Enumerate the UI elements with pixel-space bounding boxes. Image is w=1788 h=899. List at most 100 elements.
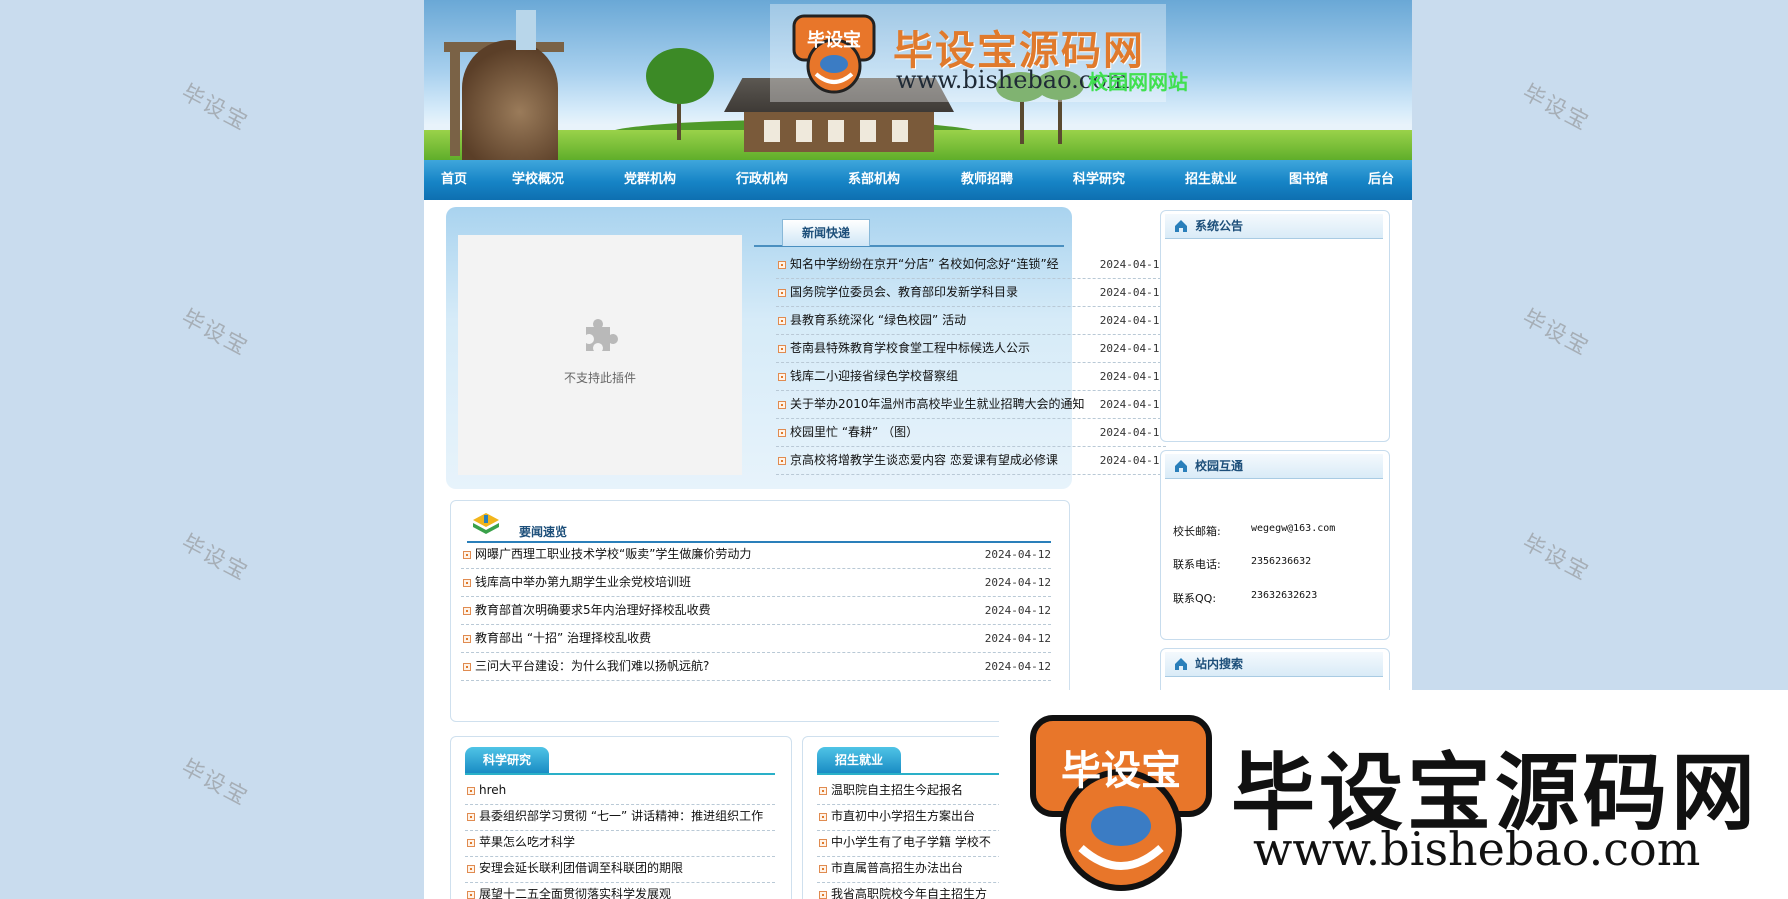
watermark-text: 毕设宝 <box>1518 305 1594 362</box>
contact-title: 校园互通 <box>1195 459 1244 473</box>
bullet-icon <box>463 635 471 643</box>
news-item-title[interactable]: 关于举办2010年温州市高校毕业生就业招聘大会的通知 <box>790 391 1090 418</box>
science-item[interactable]: 展望十二五全面贯彻落实科学发展观 <box>465 881 775 899</box>
science-panel: 科学研究 hreh 县委组织部学习贯彻 “七一” 讲话精神：推进组织工作 苹果怎么吃… <box>450 736 792 899</box>
item-date: 2024-04-12 <box>1099 342 1166 355</box>
news-item[interactable]: 县教育系统深化 “绿色校园” 活动 2024-04-12 <box>776 307 1166 335</box>
news-item[interactable]: 校园里忙 “春耕” （图） 2024-04-12 <box>776 419 1166 447</box>
nav-item-library[interactable]: 图书馆 <box>1289 160 1328 200</box>
principal-email[interactable]: wegegw@163.com <box>1251 523 1335 534</box>
bullet-icon <box>463 551 471 559</box>
announcement-header: 系统公告 <box>1165 214 1383 239</box>
hot-news-header: 要闻速览 <box>467 509 1051 543</box>
hot-news-item[interactable]: 教育部首次明确要求5年内治理好择校乱收费 2024-04-12 <box>461 597 1051 625</box>
science-item-title[interactable]: 苹果怎么吃才科学 <box>479 829 773 856</box>
house-window <box>860 120 876 142</box>
hot-news-title: 要闻速览 <box>519 525 568 539</box>
news-item-title[interactable]: 苍南县特殊教育学校食堂工程中标候选人公示 <box>790 335 1090 362</box>
house-window <box>892 120 908 142</box>
item-date: 2024-04-12 <box>1099 454 1166 467</box>
science-item[interactable]: hreh <box>465 777 775 805</box>
hot-news-item-title[interactable]: 教育部首次明确要求5年内治理好择校乱收费 <box>475 597 975 624</box>
science-item-title[interactable]: 展望十二五全面贯彻落实科学发展观 <box>479 881 773 899</box>
news-item[interactable]: 钱库二小迎接省绿色学校督察组 2024-04-12 <box>776 363 1166 391</box>
hot-news-item-title[interactable]: 教育部出 “十招” 治理择校乱收费 <box>475 625 975 652</box>
nav-item-admin-dept[interactable]: 行政机构 <box>736 160 788 200</box>
item-date: 2024-04-12 <box>984 548 1051 561</box>
nav-item-home[interactable]: 首页 <box>441 160 467 200</box>
puzzle-plugin-icon <box>586 319 618 351</box>
science-item-title[interactable]: 县委组织部学习贯彻 “七一” 讲话精神：推进组织工作 <box>479 803 773 830</box>
bullet-icon <box>778 345 786 353</box>
bullet-icon <box>778 401 786 409</box>
bullet-icon <box>819 839 827 847</box>
science-item-title[interactable]: hreh <box>479 777 773 804</box>
news-item-title[interactable]: 知名中学纷纷在京开“分店” 名校如何念好“连锁”经 <box>790 251 1090 278</box>
banner-water-flow <box>516 10 536 50</box>
item-date: 2024-04-12 <box>984 660 1051 673</box>
science-item-title[interactable]: 安理会延长联利团借调至科联团的期限 <box>479 855 773 882</box>
science-item[interactable]: 苹果怎么吃才科学 <box>465 829 775 857</box>
search-header: 站内搜索 <box>1165 652 1383 677</box>
nav-item-backend[interactable]: 后台 <box>1368 160 1394 200</box>
news-item[interactable]: 苍南县特殊教育学校食堂工程中标候选人公示 2024-04-12 <box>776 335 1166 363</box>
bullet-icon <box>467 839 475 847</box>
banner-tree <box>646 48 714 104</box>
contact-header: 校园互通 <box>1165 454 1383 479</box>
bullet-icon <box>778 457 786 465</box>
item-date: 2024-04-12 <box>1099 370 1166 383</box>
item-date: 2024-04-12 <box>984 632 1051 645</box>
house-window <box>828 120 844 142</box>
nav-item-recruit[interactable]: 教师招聘 <box>961 160 1013 200</box>
hot-news-item[interactable]: 三问大平台建设：为什么我们难以扬帆远航? 2024-04-12 <box>461 653 1051 681</box>
nav-item-party[interactable]: 党群机构 <box>624 160 676 200</box>
contact-label: 校长邮箱: <box>1173 525 1221 538</box>
tab-news-express[interactable]: 新闻快递 <box>782 219 870 246</box>
science-item[interactable]: 安理会延长联利团借调至科联团的期限 <box>465 855 775 883</box>
news-item-title[interactable]: 京高校将增教学生谈恋爱内容 恋爱课有望成必修课 <box>790 447 1090 474</box>
item-date: 2024-04-12 <box>984 604 1051 617</box>
watermark-text: 毕设宝 <box>177 530 253 587</box>
home-icon <box>1175 658 1187 670</box>
hot-news-item-title[interactable]: 网曝广西理工职业技术学校“贩卖”学生做廉价劳动力 <box>475 541 975 568</box>
news-item-title[interactable]: 钱库二小迎接省绿色学校督察组 <box>790 363 1090 390</box>
news-tabbar: 新闻快递 <box>754 219 1064 247</box>
hot-news-item[interactable]: 网曝广西理工职业技术学校“贩卖”学生做廉价劳动力 2024-04-12 <box>461 541 1051 569</box>
contact-label: 联系QQ: <box>1173 592 1217 605</box>
tab-admission[interactable]: 招生就业 <box>817 747 901 773</box>
search-title: 站内搜索 <box>1195 657 1244 671</box>
bullet-icon <box>819 787 827 795</box>
hot-news-item-title[interactable]: 钱库高中举办第九期学生业余党校培训班 <box>475 569 975 596</box>
nav-item-admission[interactable]: 招生就业 <box>1185 160 1237 200</box>
bishebao-logo-icon: 毕设宝 <box>792 14 876 94</box>
nav-item-faculties[interactable]: 系部机构 <box>848 160 900 200</box>
nav-item-research[interactable]: 科学研究 <box>1073 160 1125 200</box>
news-item[interactable]: 国务院学位委员会、教育部印发新学科目录 2024-04-12 <box>776 279 1166 307</box>
bullet-icon <box>778 317 786 325</box>
watermark-text: 毕设宝 <box>177 755 253 812</box>
main-nav: 首页 学校概况 党群机构 行政机构 系部机构 教师招聘 科学研究 招生就业 图书… <box>424 160 1412 200</box>
news-item-title[interactable]: 国务院学位委员会、教育部印发新学科目录 <box>790 279 1090 306</box>
hot-news-item[interactable]: 钱库高中举办第九期学生业余党校培训班 2024-04-12 <box>461 569 1051 597</box>
science-header: 科学研究 <box>465 745 775 775</box>
hot-news-item-title[interactable]: 三问大平台建设：为什么我们难以扬帆远航? <box>475 653 975 680</box>
item-date: 2024-04-12 <box>1099 286 1166 299</box>
plugin-unsupported-text: 不支持此插件 <box>563 371 636 385</box>
science-item[interactable]: 县委组织部学习贯彻 “七一” 讲话精神：推进组织工作 <box>465 803 775 831</box>
news-item[interactable]: 关于举办2010年温州市高校毕业生就业招聘大会的通知 2024-04-12 <box>776 391 1166 419</box>
watermark-text: 毕设宝 <box>177 305 253 362</box>
bullet-icon <box>778 429 786 437</box>
news-item-title[interactable]: 校园里忙 “春耕” （图） <box>790 419 1090 446</box>
news-item[interactable]: 京高校将增教学生谈恋爱内容 恋爱课有望成必修课 2024-04-12 <box>776 447 1166 475</box>
nav-item-overview[interactable]: 学校概况 <box>512 160 564 200</box>
tab-science[interactable]: 科学研究 <box>465 747 549 773</box>
news-item[interactable]: 知名中学纷纷在京开“分店” 名校如何念好“连锁”经 2024-04-12 <box>776 251 1166 279</box>
contact-box: 校园互通 校长邮箱: wegegw@163.com 联系电话: 23562366… <box>1160 450 1390 640</box>
bullet-icon <box>463 579 471 587</box>
svg-text:毕设宝: 毕设宝 <box>1061 748 1181 794</box>
hot-news-item[interactable]: 教育部出 “十招” 治理择校乱收费 2024-04-12 <box>461 625 1051 653</box>
home-icon <box>1175 220 1187 232</box>
bullet-icon <box>467 865 475 873</box>
bullet-icon <box>778 289 786 297</box>
news-item-title[interactable]: 县教育系统深化 “绿色校园” 活动 <box>790 307 1090 334</box>
